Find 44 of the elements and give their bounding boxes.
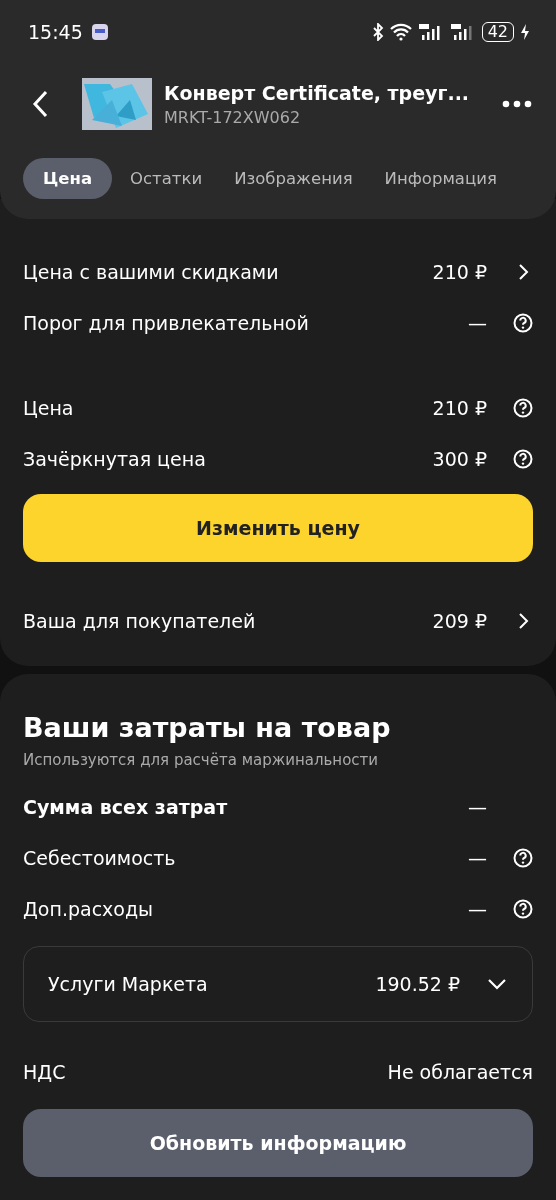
change-price-button[interactable]: Изменить цену <box>23 494 533 562</box>
row-label: Цена <box>23 396 75 419</box>
product-title: Конверт Certificate, треуг... <box>164 81 471 104</box>
row-value: — <box>468 795 487 818</box>
wifi-icon <box>389 23 412 41</box>
row-label: Зачёркнутая цена <box>23 447 207 470</box>
row-value: — <box>468 311 487 334</box>
battery-level: 42 <box>481 22 514 42</box>
row-label: Доп.расходы <box>23 897 155 920</box>
tab[interactable]: Цена <box>23 158 113 199</box>
row-value: 209 ₽ <box>432 609 487 632</box>
dropdown-label: Услуги Маркета <box>48 973 209 995</box>
section-title: Ваши затраты на товар <box>23 712 392 743</box>
help-icon[interactable] <box>513 397 533 418</box>
dropdown-value: 190.52 ₽ <box>375 973 460 995</box>
market-services-dropdown[interactable]: Услуги Маркета 190.52 ₽ <box>23 946 533 1022</box>
row-value: 210 ₽ <box>432 396 487 419</box>
charging-icon <box>520 23 530 41</box>
help-icon[interactable] <box>513 898 533 919</box>
app-notification-icon <box>90 23 109 41</box>
row-label: Порог для привлекательной <box>23 311 310 334</box>
more-icon[interactable] <box>502 100 532 108</box>
status-time: 15:45 <box>28 21 83 43</box>
help-icon[interactable] <box>513 847 533 868</box>
row-label: Себестоимость <box>23 846 177 869</box>
help-icon[interactable] <box>513 312 533 333</box>
back-icon[interactable] <box>32 90 48 118</box>
row-value: — <box>468 897 487 920</box>
row-label: Сумма всех затрат <box>23 795 229 818</box>
row-value: — <box>468 846 487 869</box>
update-info-button[interactable]: Обновить информацию <box>23 1109 533 1177</box>
row-value: 300 ₽ <box>432 447 487 470</box>
tab[interactable]: Остатки <box>116 158 217 199</box>
row-value: 210 ₽ <box>432 260 487 283</box>
help-icon[interactable] <box>513 448 533 469</box>
bluetooth-icon <box>371 23 384 41</box>
section-subtitle: Используются для расчёта маржинальности <box>23 751 380 769</box>
row-label: НДС <box>23 1060 67 1083</box>
product-sku: MRKT-172XW062 <box>164 107 302 127</box>
row-label: Ваша для покупателей <box>23 609 257 632</box>
tab[interactable]: Информация <box>370 158 511 199</box>
row-value: Не облагается <box>387 1060 533 1083</box>
tab[interactable]: Изображения <box>220 158 367 199</box>
row-label: Цена с вашими скидками <box>23 260 280 283</box>
